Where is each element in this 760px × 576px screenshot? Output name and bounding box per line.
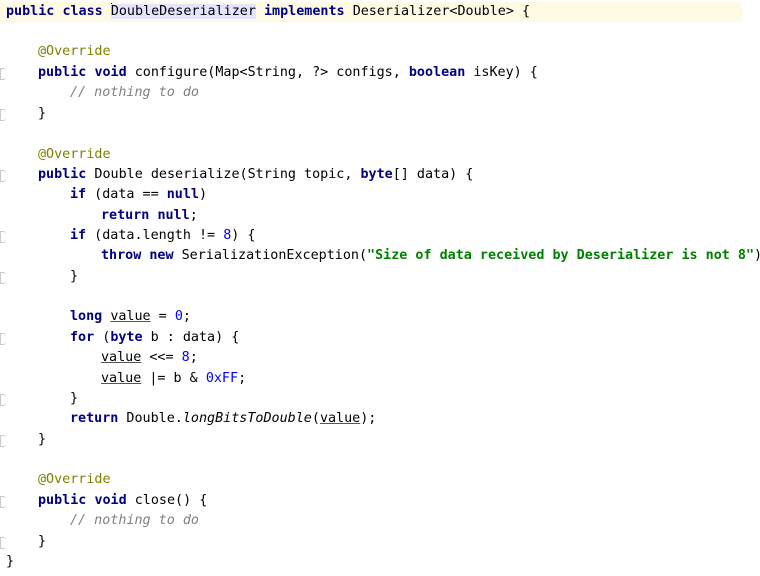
code-text: (data ==	[86, 187, 167, 202]
code-line-brace: }	[0, 389, 760, 409]
code-text: |= b &	[141, 371, 206, 386]
code-line-deserialize-signature: public Double deserialize(String topic, …	[0, 165, 760, 185]
code-text: ;	[189, 350, 198, 365]
brace: }	[70, 269, 79, 284]
code-line-brace: }	[0, 532, 760, 552]
comment: // nothing to do	[70, 513, 199, 528]
keyword: void	[94, 65, 127, 80]
code-line-class-close: }	[0, 552, 760, 572]
code-line-close-signature: public void close() {	[0, 491, 760, 511]
code-text: ) {	[231, 228, 256, 243]
keyword: boolean	[408, 65, 466, 80]
code-text: );	[360, 411, 377, 426]
keyword: public	[38, 65, 87, 80]
variable: value	[101, 371, 142, 386]
annotation: @Override	[38, 472, 111, 487]
keyword: return	[101, 208, 150, 223]
code-line-annotation: @Override	[0, 470, 760, 490]
code-line-if-length: if (data.length != 8) {	[0, 226, 760, 246]
method-signature: Double deserialize(String topic,	[86, 167, 361, 182]
code-text: b : data) {	[142, 330, 240, 345]
code-text: (	[94, 330, 111, 345]
brace: }	[38, 106, 47, 121]
code-line-for: for (byte b : data) {	[0, 328, 760, 348]
code-text: SerializationException(	[173, 248, 368, 263]
brace: }	[6, 554, 15, 569]
keyword: if	[70, 187, 87, 202]
annotation: @Override	[38, 44, 111, 59]
annotation: @Override	[38, 147, 111, 162]
code-line-brace: }	[0, 267, 760, 287]
code-text: ;	[189, 208, 198, 223]
code-line-if-null: if (data == null)	[0, 185, 760, 205]
keyword: public	[38, 493, 87, 508]
code-text: =	[150, 309, 175, 324]
method-signature: isKey) {	[465, 65, 538, 80]
number-literal: 0	[174, 309, 183, 324]
keyword: null	[166, 187, 199, 202]
code-line-return-null: return null;	[0, 206, 760, 226]
keyword: return	[70, 411, 119, 426]
code-line-or: value |= b & 0xFF;	[0, 369, 760, 389]
method-signature: close() {	[126, 493, 208, 508]
comment: // nothing to do	[70, 85, 199, 100]
code-text: (	[311, 411, 320, 426]
code-text: ;	[182, 309, 191, 324]
brace: }	[38, 432, 47, 447]
code-text: Double.	[118, 411, 183, 426]
method-signature: [] data) {	[392, 167, 474, 182]
code-line-annotation: @Override	[0, 42, 760, 62]
code-line-brace: }	[0, 104, 760, 124]
brace: }	[70, 391, 79, 406]
code-editor[interactable]: public class DoubleDeserializer implemen…	[0, 0, 760, 576]
keyword: long	[70, 309, 103, 324]
code-text: (data.length !=	[86, 228, 224, 243]
string-literal: "Size of data received by Deserializer i…	[367, 248, 755, 263]
keyword: byte	[360, 167, 393, 182]
keyword: null	[157, 208, 190, 223]
number-literal: 8	[181, 350, 190, 365]
code-line-annotation: @Override	[0, 145, 760, 165]
keyword: public	[38, 167, 87, 182]
interface-name: Deserializer<Double> {	[352, 4, 531, 19]
keyword: if	[70, 228, 87, 243]
variable: value	[110, 309, 151, 324]
code-line-class-declaration: public class DoubleDeserializer implemen…	[0, 2, 742, 22]
code-text: );	[754, 248, 760, 263]
number-literal: 0xFF	[205, 371, 239, 386]
keyword: public	[6, 4, 55, 19]
code-text: <<=	[141, 350, 182, 365]
brace: }	[38, 534, 47, 549]
keyword: throw	[101, 248, 142, 263]
code-line-brace: }	[0, 430, 760, 450]
code-line-comment: // nothing to do	[0, 83, 760, 103]
keyword: for	[70, 330, 95, 345]
code-line-configure-signature: public void configure(Map<String, ?> con…	[0, 63, 760, 83]
code-line-long-value: long value = 0;	[0, 307, 760, 327]
variable: value	[101, 350, 142, 365]
code-line-return: return Double.longBitsToDouble(value);	[0, 409, 760, 429]
keyword: class	[62, 4, 103, 19]
code-text: ;	[238, 371, 247, 386]
keyword: void	[94, 493, 127, 508]
keyword: byte	[110, 330, 143, 345]
keyword: new	[149, 248, 174, 263]
static-method: longBitsToDouble	[182, 411, 312, 426]
method-signature: configure(Map<String, ?> configs,	[126, 65, 409, 80]
variable: value	[319, 411, 361, 426]
keyword: implements	[264, 4, 345, 19]
code-line-comment: // nothing to do	[0, 511, 760, 531]
code-text: )	[199, 187, 208, 202]
code-line-throw: throw new SerializationException("Size o…	[0, 246, 760, 266]
code-line-shift: value <<= 8;	[0, 348, 760, 368]
class-name[interactable]: DoubleDeserializer	[110, 4, 256, 19]
